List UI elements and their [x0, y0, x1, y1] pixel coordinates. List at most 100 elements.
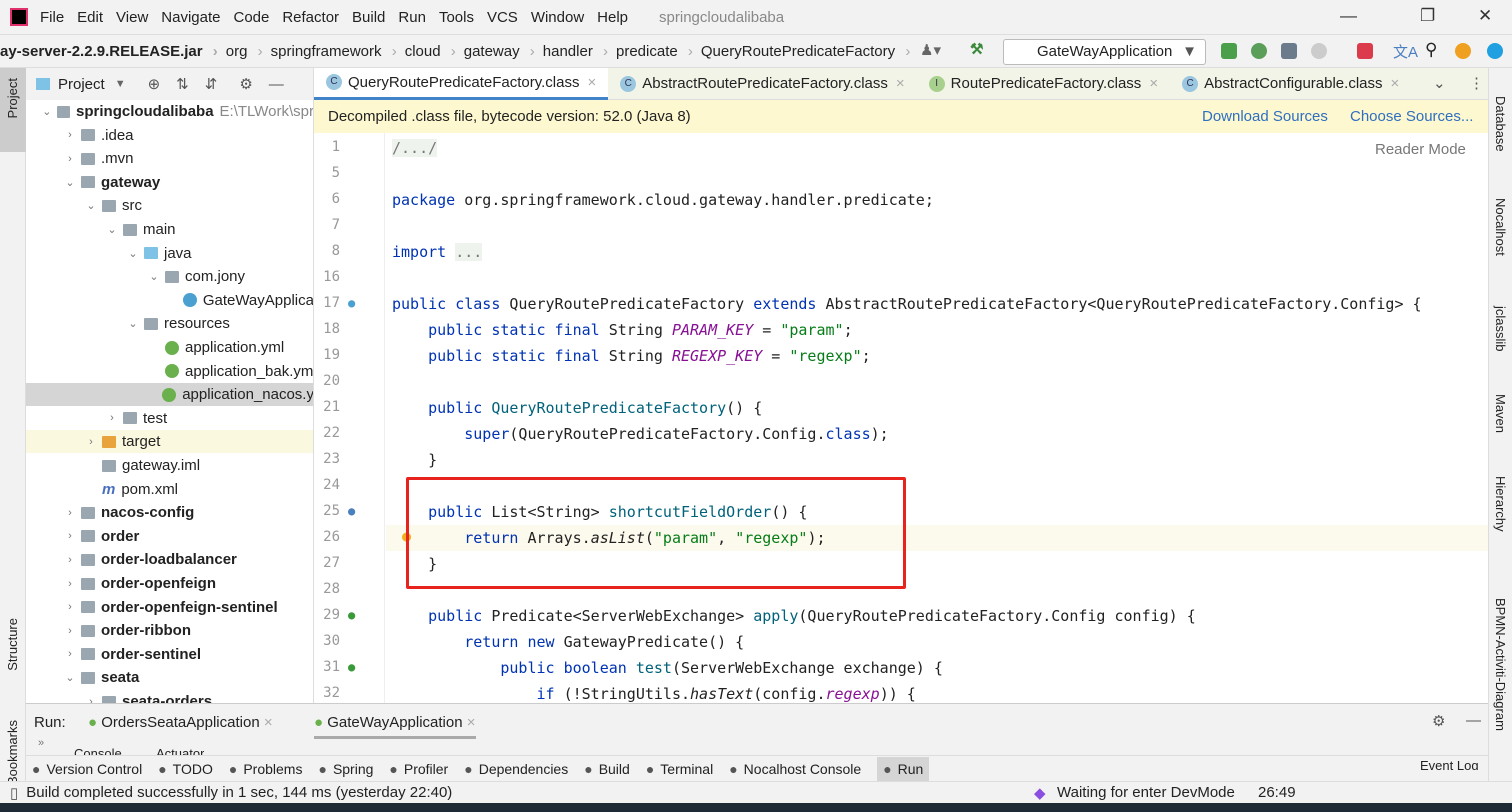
- jclasslib-tool-button[interactable]: jclasslib: [1493, 306, 1508, 352]
- menu-help[interactable]: Help: [597, 9, 628, 26]
- gutter-override-icon[interactable]: ●: [348, 504, 355, 518]
- rerun-icon[interactable]: [1221, 43, 1237, 59]
- tree-item[interactable]: › .mvn: [26, 147, 313, 170]
- reader-mode-toggle[interactable]: Reader Mode: [1375, 141, 1466, 158]
- profiler-icon[interactable]: [1311, 43, 1327, 59]
- tree-item[interactable]: › order-openfeign-sentinel: [26, 596, 313, 619]
- chevron-right-icon[interactable]: ›: [63, 578, 77, 590]
- tree-item[interactable]: ⌄ springcloudalibaba E:\TLWork\spr: [26, 100, 313, 123]
- breadcrumb-item[interactable]: ay-server-2.2.9.RELEASE.jar: [0, 43, 218, 60]
- structure-tool-button[interactable]: Structure: [5, 618, 20, 671]
- tree-item[interactable]: application.yml: [26, 336, 313, 359]
- tree-item[interactable]: m pom.xml: [26, 478, 313, 501]
- bpmn-tool-button[interactable]: BPMN-Activiti-Diagram: [1493, 598, 1508, 731]
- gutter-override-icon[interactable]: ●: [348, 608, 355, 622]
- chevron-down-icon[interactable]: ▼: [115, 78, 126, 90]
- tree-item[interactable]: ⌄ gateway: [26, 171, 313, 194]
- tree-item[interactable]: › order-openfeign: [26, 572, 313, 595]
- database-tool-button[interactable]: Database: [1493, 96, 1508, 152]
- chevron-right-icon[interactable]: ›: [105, 412, 119, 424]
- chevron-right-icon[interactable]: ›: [63, 601, 77, 613]
- toolwindow-nocalhost-console[interactable]: ● Nocalhost Console: [729, 761, 861, 777]
- tree-item[interactable]: › nacos-config: [26, 501, 313, 524]
- toolwindow-spring[interactable]: ● Spring: [318, 761, 373, 777]
- tree-item[interactable]: ⌄ main: [26, 218, 313, 241]
- breadcrumb-item[interactable]: springframework: [271, 43, 397, 60]
- breadcrumb-item[interactable]: org: [226, 43, 263, 60]
- menu-tools[interactable]: Tools: [439, 9, 474, 26]
- menu-edit[interactable]: Edit: [77, 9, 103, 26]
- tree-item[interactable]: ⌄ src: [26, 194, 313, 217]
- chevron-down-icon[interactable]: ⌄: [147, 270, 161, 283]
- translate-icon[interactable]: 文A: [1393, 41, 1418, 62]
- build-hammer-icon[interactable]: ⚒: [970, 40, 983, 58]
- more-options-icon[interactable]: ⋮: [1469, 74, 1484, 92]
- close-window-button[interactable]: ✕: [1478, 6, 1492, 26]
- tree-item[interactable]: › order-loadbalancer: [26, 548, 313, 571]
- toolwindow-version-control[interactable]: ● Version Control: [32, 761, 142, 777]
- tree-item[interactable]: application_bak.ym: [26, 360, 313, 383]
- tree-item[interactable]: › target: [26, 430, 313, 454]
- breadcrumb-item[interactable]: QueryRoutePredicateFactory: [701, 43, 910, 60]
- code-editor[interactable]: Reader Mode 1 /.../ 5 6 package org.springfr…: [314, 133, 1488, 703]
- editor-tab[interactable]: I RoutePredicateFactory.class ×: [917, 68, 1170, 100]
- hide-icon[interactable]: —: [269, 76, 284, 93]
- devmode-status[interactable]: Waiting for enter DevMode: [1057, 784, 1235, 801]
- tree-item[interactable]: › order-ribbon: [26, 619, 313, 642]
- chevron-down-icon[interactable]: ⌄: [63, 176, 77, 189]
- stop-icon[interactable]: [1357, 43, 1373, 59]
- toolwindow-terminal[interactable]: ● Terminal: [646, 761, 713, 777]
- tree-item[interactable]: › order: [26, 525, 313, 548]
- chevron-right-icon[interactable]: ›: [63, 129, 77, 141]
- bookmarks-tool-button[interactable]: Bookmarks: [5, 720, 20, 785]
- tree-item[interactable]: ⌄ java: [26, 242, 313, 265]
- menu-navigate[interactable]: Navigate: [161, 9, 220, 26]
- project-tool-button[interactable]: Project: [5, 78, 20, 118]
- chevron-down-icon[interactable]: ⌄: [63, 671, 77, 684]
- chevron-right-icon[interactable]: ›: [63, 648, 77, 660]
- chevron-right-icon[interactable]: ›: [63, 507, 77, 519]
- breadcrumb-item[interactable]: gateway: [464, 43, 535, 60]
- hide-icon[interactable]: —: [1466, 712, 1481, 729]
- chevron-right-icon[interactable]: ›: [63, 153, 77, 165]
- editor-tab[interactable]: C QueryRoutePredicateFactory.class ×: [314, 67, 609, 100]
- tree-item[interactable]: › seata-orders: [26, 690, 313, 703]
- tree-item[interactable]: ⌄ com.jony: [26, 265, 313, 288]
- run-config-select[interactable]: GateWayApplication ▼: [1003, 39, 1206, 65]
- tree-item[interactable]: ⌄ seata: [26, 666, 313, 689]
- toolwindow-build[interactable]: ● Build: [584, 761, 630, 777]
- toolwindow-todo[interactable]: ● TODO: [158, 761, 213, 777]
- status-message[interactable]: Build completed successfully in 1 sec, 1…: [26, 784, 452, 801]
- breadcrumb-item[interactable]: handler: [543, 43, 608, 60]
- menu-code[interactable]: Code: [233, 9, 269, 26]
- tree-item[interactable]: › order-sentinel: [26, 643, 313, 666]
- tree-item[interactable]: gateway.iml: [26, 454, 313, 477]
- chevron-down-icon[interactable]: ⌄: [126, 247, 140, 260]
- debug-bug-icon[interactable]: [1251, 43, 1267, 59]
- gear-icon[interactable]: ⚙: [1432, 712, 1445, 730]
- hierarchy-tool-button[interactable]: Hierarchy: [1493, 476, 1508, 532]
- tree-item[interactable]: GateWayApplica: [26, 289, 313, 312]
- toolwindow-profiler[interactable]: ● Profiler: [389, 761, 448, 777]
- tree-item[interactable]: application_nacos.y: [26, 383, 313, 407]
- run-tab-gateway[interactable]: ● GateWayApplication ×: [314, 714, 476, 739]
- layout-icon[interactable]: ▯: [10, 784, 18, 802]
- toolwindow-dependencies[interactable]: ● Dependencies: [464, 761, 568, 777]
- chevron-down-icon[interactable]: ⌄: [41, 105, 54, 118]
- breadcrumb-item[interactable]: cloud: [405, 43, 456, 60]
- close-tab-icon[interactable]: ×: [587, 74, 596, 91]
- download-sources-link[interactable]: Download Sources: [1202, 108, 1328, 125]
- gear-icon[interactable]: ⚙: [239, 75, 252, 93]
- menu-vcs[interactable]: VCS: [487, 9, 518, 26]
- menu-build[interactable]: Build: [352, 9, 385, 26]
- chevron-right-icon[interactable]: ›: [63, 625, 77, 637]
- menu-view[interactable]: View: [116, 9, 148, 26]
- run-tab-orders-seata[interactable]: ● OrdersSeataApplication ×: [88, 714, 273, 731]
- expand-icon[interactable]: »: [38, 737, 44, 749]
- toolwindow-run[interactable]: ● Run: [877, 756, 930, 781]
- project-view-select[interactable]: Project: [58, 76, 105, 93]
- menu-refactor[interactable]: Refactor: [282, 9, 339, 26]
- chevron-right-icon[interactable]: ›: [63, 554, 77, 566]
- menu-file[interactable]: File: [40, 9, 64, 26]
- editor-tab[interactable]: C AbstractConfigurable.class ×: [1170, 68, 1411, 100]
